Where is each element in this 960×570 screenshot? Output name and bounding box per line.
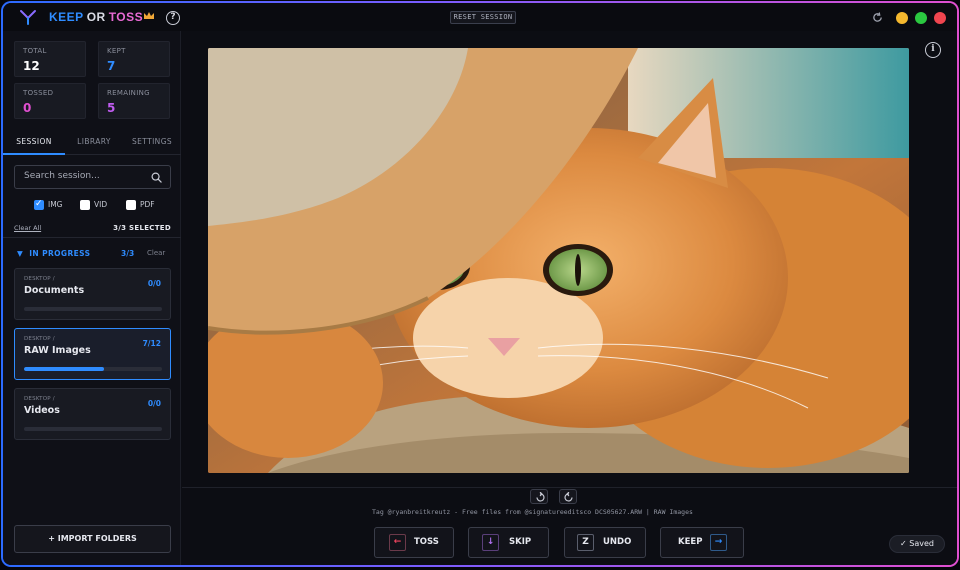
folder-count: 0/0: [147, 399, 161, 408]
stat-label: REMAINING: [107, 89, 150, 97]
folder-progress-bar: [24, 427, 162, 431]
folder-name: Documents: [24, 285, 85, 296]
refresh-icon[interactable]: [872, 12, 883, 23]
stat-remaining: REMAINING 5: [98, 83, 170, 119]
stat-tossed: TOSSED 0: [14, 83, 86, 119]
reset-session-button[interactable]: RESET SESSION: [450, 11, 516, 24]
undo-button[interactable]: Z UNDO: [564, 527, 646, 558]
image-caption: Tag @ryanbreitkreutz - Free files from @…: [372, 508, 693, 516]
brand-keep: KEEP: [49, 10, 84, 24]
skip-key-icon: ↓: [482, 534, 499, 551]
divider: [3, 237, 181, 238]
tab-settings[interactable]: SETTINGS: [123, 129, 181, 155]
checkbox-pdf[interactable]: [126, 200, 136, 210]
progress-fill: [24, 367, 105, 371]
search-input[interactable]: [24, 171, 144, 181]
folder-count: 7/12: [142, 339, 161, 348]
folder-card-raw-images[interactable]: DESKTOP / RAW Images 7/12: [14, 328, 171, 380]
rotate-left-button[interactable]: [530, 489, 548, 504]
brand-or: OR: [86, 10, 106, 24]
rotate-right-icon: [564, 492, 573, 502]
stat-value: 7: [107, 59, 116, 73]
import-folders-button[interactable]: + IMPORT FOLDERS: [14, 525, 171, 553]
stat-label: TOSSED: [23, 89, 54, 97]
logo-icon: [20, 10, 36, 25]
folder-progress-bar: [24, 307, 162, 311]
close-button[interactable]: [934, 12, 946, 24]
crown-icon[interactable]: [143, 11, 155, 21]
saved-status-badge: ✓ Saved: [889, 535, 945, 553]
toss-key-icon: ←: [389, 534, 406, 551]
stat-total: TOTAL 12: [14, 41, 86, 77]
in-progress-heading[interactable]: ▼ IN PROGRESS: [17, 249, 90, 258]
info-icon[interactable]: i: [925, 42, 941, 58]
tab-session[interactable]: SESSION: [3, 129, 65, 155]
selected-count: 3/3 SELECTED: [113, 224, 171, 232]
folder-count: 0/0: [147, 279, 161, 288]
keep-label: KEEP: [678, 537, 703, 547]
in-progress-clear-button[interactable]: Clear: [147, 249, 165, 257]
brand-toss: TOSS: [108, 10, 144, 24]
folder-path: DESKTOP /: [24, 336, 55, 342]
stat-value: 0: [23, 101, 32, 115]
checkbox-vid[interactable]: [80, 200, 90, 210]
folder-card-videos[interactable]: DESKTOP / Videos 0/0: [14, 388, 171, 440]
in-progress-count: 3/3: [121, 249, 135, 258]
in-progress-label: IN PROGRESS: [29, 249, 91, 258]
filter-label: IMG: [48, 200, 63, 209]
folder-path: DESKTOP /: [24, 276, 55, 282]
rotate-left-icon: [536, 492, 545, 502]
stat-value: 12: [23, 59, 40, 73]
title-bar: KEEP OR TOSS ? RESET SESSION: [3, 3, 957, 31]
keep-button[interactable]: KEEP →: [660, 527, 744, 558]
app-title: KEEP OR TOSS: [49, 10, 143, 24]
search-box: [14, 165, 171, 189]
divider: [182, 487, 957, 488]
help-icon[interactable]: ?: [166, 11, 180, 25]
stat-label: TOTAL: [23, 47, 47, 55]
app-window: KEEP OR TOSS ? RESET SESSION TOTAL 12 KEPT…: [1, 1, 959, 567]
rotate-right-button[interactable]: [559, 489, 577, 504]
sidebar: TOTAL 12 KEPT 7 TOSSED 0 REMAINING 5 SES…: [3, 31, 181, 565]
maximize-button[interactable]: [915, 12, 927, 24]
tab-library[interactable]: LIBRARY: [65, 129, 123, 155]
undo-key-icon: Z: [577, 534, 594, 551]
skip-button[interactable]: ↓ SKIP: [468, 527, 549, 558]
filter-label: PDF: [140, 200, 155, 209]
checkbox-img[interactable]: [34, 198, 44, 210]
toss-button[interactable]: ← TOSS: [374, 527, 454, 558]
sidebar-tabs: SESSION LIBRARY SETTINGS: [3, 129, 181, 155]
stat-kept: KEPT 7: [98, 41, 170, 77]
stat-value: 5: [107, 101, 116, 115]
folder-progress-bar: [24, 367, 162, 371]
folder-path: DESKTOP /: [24, 396, 55, 402]
search-icon[interactable]: [151, 172, 162, 183]
stat-label: KEPT: [107, 47, 126, 55]
skip-label: SKIP: [509, 537, 532, 547]
undo-label: UNDO: [603, 537, 632, 547]
filter-label: VID: [94, 200, 108, 209]
keep-key-icon: →: [710, 534, 727, 551]
folder-name: RAW Images: [24, 345, 91, 356]
folder-name: Videos: [24, 405, 60, 416]
toss-label: TOSS: [414, 537, 439, 547]
clear-all-link[interactable]: Clear All: [14, 224, 41, 232]
preview-image: [208, 48, 909, 473]
minimize-button[interactable]: [896, 12, 908, 24]
folder-card-documents[interactable]: DESKTOP / Documents 0/0: [14, 268, 171, 320]
